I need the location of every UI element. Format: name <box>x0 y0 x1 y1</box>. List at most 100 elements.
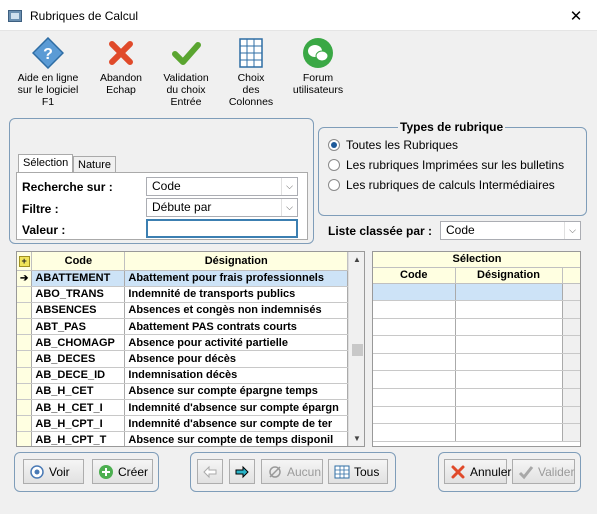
scroll-thumb[interactable] <box>352 344 363 356</box>
search-on-label: Recherche sur : <box>22 180 113 194</box>
cell-code[interactable]: AB_H_CET <box>31 383 126 401</box>
table-row[interactable]: ABO_TRANS Indemnité de transports publics <box>17 286 348 303</box>
cell-designation[interactable]: Absence sur compte épargne temps <box>124 383 348 401</box>
table-row[interactable]: AB_H_CET_I Indemnité d'absence sur compte… <box>17 399 348 417</box>
selection-cell <box>373 300 456 319</box>
table-row[interactable]: AB_H_CPT_I Indemnité d'absence sur compte… <box>17 415 348 433</box>
cell-designation[interactable]: Absence pour activité partielle <box>124 334 348 352</box>
tab-nature[interactable]: Nature <box>73 156 117 173</box>
creer-button[interactable]: Créer <box>92 459 153 484</box>
col-designation-header[interactable]: Désignation <box>124 252 348 271</box>
col-code-header[interactable]: Code <box>31 252 126 271</box>
filter-select[interactable]: Débute par ⌵ <box>146 198 298 217</box>
table-row[interactable]: AB_DECES Absence pour décès <box>17 350 348 368</box>
cell-designation[interactable]: Indemnité d'absence sur compte épargn <box>124 399 348 417</box>
scroll-up-icon[interactable]: ▲ <box>353 255 361 264</box>
table-row[interactable]: ABSENCES Absences et congès non indemnisé… <box>17 302 348 320</box>
cell-designation[interactable]: Absence pour décès <box>124 350 348 368</box>
columns-button[interactable]: Choix des Colonnes <box>226 37 276 108</box>
selection-cell <box>562 423 580 442</box>
selection-row[interactable] <box>373 423 580 442</box>
cell-designation[interactable]: Abattement pour frais professionnels <box>124 270 348 287</box>
selection-cell <box>373 335 456 354</box>
cell-designation[interactable]: Indemnité d'absence sur compte de ter <box>124 415 348 433</box>
cell-code[interactable]: AB_DECES <box>31 350 126 368</box>
radio-all-label: Toutes les Rubriques <box>346 138 459 152</box>
columns-label-1: Choix <box>237 72 265 84</box>
cell-designation[interactable]: Abattement PAS contrats courts <box>124 318 348 336</box>
annuler-button[interactable]: Annuler <box>444 459 511 484</box>
close-button[interactable]: ✕ <box>564 9 588 27</box>
cell-code[interactable]: ABSENCES <box>31 302 126 320</box>
radio-printed-rubriques[interactable]: Les rubriques Imprimées sur les bulletin… <box>328 158 564 172</box>
valider-button[interactable]: Valider <box>512 459 575 484</box>
arrow-right-icon <box>234 464 250 480</box>
help-button[interactable]: ? Aide en ligne sur le logiciel F1 <box>12 36 84 108</box>
filter-value: Débute par <box>152 200 212 214</box>
selection-cell <box>455 353 563 372</box>
cell-designation[interactable]: Indemnisation décès <box>124 367 348 384</box>
voir-button[interactable]: Voir <box>23 459 84 484</box>
table-row[interactable]: AB_DECE_ID Indemnisation décès <box>17 367 348 384</box>
cell-code[interactable]: ABT_PAS <box>31 318 126 336</box>
selection-row[interactable] <box>373 318 580 337</box>
cell-designation[interactable]: Indemnité de transports publics <box>124 286 348 303</box>
selection-cell <box>373 370 456 390</box>
table-row[interactable]: AB_CHOMAGP Absence pour activité partiell… <box>17 334 348 352</box>
cell-code[interactable]: AB_DECE_ID <box>31 367 126 384</box>
table-row[interactable]: AB_H_CET Absence sur compte épargne temps <box>17 383 348 401</box>
window-title: Rubriques de Calcul <box>30 9 139 23</box>
search-on-select[interactable]: Code ⌵ <box>146 177 298 196</box>
add-selection-button[interactable] <box>229 459 255 484</box>
forum-button[interactable]: Forum utilisateurs <box>288 37 348 96</box>
search-on-value: Code <box>152 179 181 193</box>
table-row[interactable]: ABT_PAS Abattement PAS contrats courts <box>17 318 348 336</box>
chevron-down-icon: ⌵ <box>281 199 297 216</box>
cell-code[interactable]: AB_H_CPT_I <box>31 415 126 433</box>
selection-row[interactable] <box>373 300 580 319</box>
row-indicator <box>17 334 33 352</box>
radio-intermediate-rubriques[interactable]: Les rubriques de calculs Intermédiaires <box>328 178 555 192</box>
svg-text:?: ? <box>43 46 53 63</box>
tous-button[interactable]: Tous <box>328 459 388 484</box>
aucun-button[interactable]: Aucun <box>261 459 323 484</box>
scroll-down-icon[interactable]: ▼ <box>353 434 361 443</box>
sel-col-code-header[interactable]: Code <box>373 267 456 284</box>
checkmark-icon <box>518 464 534 480</box>
selection-row[interactable] <box>373 370 580 390</box>
help-label-2: sur le logiciel <box>17 84 79 96</box>
remove-selection-button[interactable] <box>197 459 223 484</box>
value-input[interactable] <box>146 219 298 238</box>
selection-row[interactable] <box>373 283 580 302</box>
tab-nature-label: Nature <box>78 159 112 171</box>
cell-code[interactable]: ABATTEMENT <box>31 270 126 287</box>
cell-designation[interactable]: Absences et congès non indemnisés <box>124 302 348 320</box>
selection-row[interactable] <box>373 388 580 407</box>
selection-row[interactable] <box>373 335 580 354</box>
selection-cell <box>562 406 580 425</box>
cell-code[interactable]: AB_CHOMAGP <box>31 334 126 352</box>
cell-code[interactable]: AB_H_CET_I <box>31 399 126 417</box>
table-row[interactable]: AB_H_CPT_T Absence sur compte de temps di… <box>17 431 348 446</box>
vertical-scrollbar[interactable]: ▲ ▼ <box>348 252 364 446</box>
validate-button[interactable]: Validation du choix Entrée <box>157 37 215 108</box>
selection-row[interactable] <box>373 406 580 425</box>
cell-code[interactable]: AB_H_CPT_T <box>31 431 126 446</box>
value-label: Valeur : <box>22 223 66 237</box>
table-row[interactable]: ➔ ABATTEMENT Abattement pour frais profess… <box>17 270 348 287</box>
cell-code[interactable]: ABO_TRANS <box>31 286 126 303</box>
tab-selection[interactable]: Sélection <box>18 154 74 173</box>
selection-row[interactable] <box>373 353 580 372</box>
chat-bubbles-icon <box>302 37 334 69</box>
radio-all-rubriques[interactable]: Toutes les Rubriques <box>328 138 458 152</box>
row-indicator <box>17 415 33 433</box>
cell-designation[interactable]: Absence sur compte de temps disponil <box>124 431 348 446</box>
selection-cell <box>562 370 580 390</box>
sel-col-designation-header[interactable]: Désignation <box>455 267 563 284</box>
abort-button[interactable]: Abandon Echap <box>95 37 147 96</box>
current-row-arrow-icon: ➔ <box>17 270 33 287</box>
selection-cell <box>455 318 563 337</box>
sort-select[interactable]: Code ⌵ <box>440 221 581 240</box>
sort-label: Liste classée par : <box>328 224 433 238</box>
add-column-icon[interactable]: + <box>17 252 33 271</box>
